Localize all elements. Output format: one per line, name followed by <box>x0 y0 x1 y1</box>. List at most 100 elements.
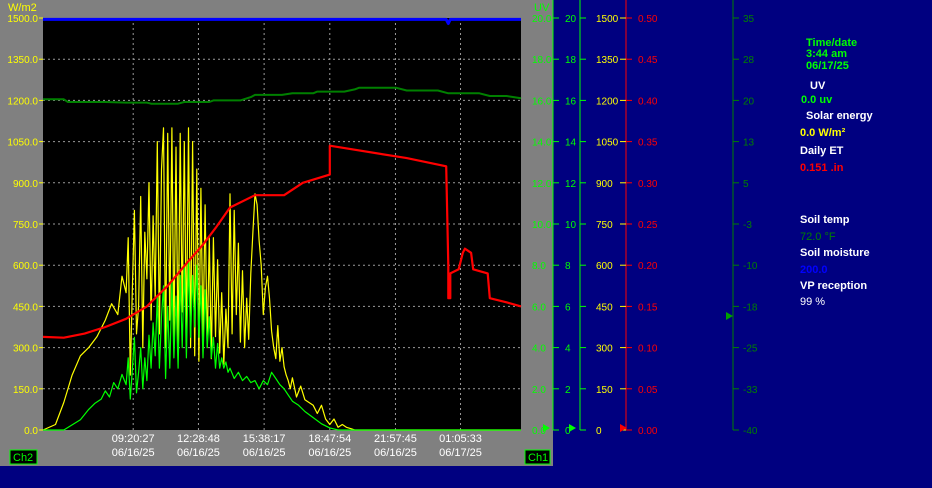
y-tick-label-solar: 450.0 <box>13 302 38 313</box>
y-tick-label-et: 0.30 <box>638 179 658 190</box>
y-tick-label-et: 0.05 <box>638 385 658 396</box>
soil-temp-marker-icon <box>726 312 733 320</box>
y-tick-label-et: 0.40 <box>638 96 658 107</box>
y-tick-label-solar: 150.0 <box>13 385 38 396</box>
y-tick-label-uv_int: 14 <box>565 138 577 149</box>
y-tick-label-et: 0.10 <box>638 344 658 355</box>
y-tick-label-solar: 750.0 <box>13 220 38 231</box>
y-tick-label-uv: 8.0 <box>532 261 546 272</box>
y-tick-label-et: 0.20 <box>638 261 658 272</box>
y-tick-label-uv_int: 16 <box>565 96 577 107</box>
uv-value: 0.0 uv <box>801 94 833 106</box>
solar-value: 0.0 W/m² <box>800 127 846 139</box>
y-tick-label-uv_int: 12 <box>565 179 577 190</box>
y-tick-label-solar_int: 750 <box>596 220 613 231</box>
y-tick-label-solar: 900.0 <box>13 179 38 190</box>
y-tick-label-uv_int: 8 <box>565 261 571 272</box>
y-tick-label-soil_temp: 28 <box>743 55 755 66</box>
vp-label: VP reception <box>800 280 868 292</box>
x-tick-time: 18:47:54 <box>308 433 351 445</box>
zero-marker-icon <box>569 424 576 432</box>
y-tick-label-solar_int: 1050 <box>596 138 619 149</box>
y-tick-label-soil_temp: -40 <box>743 426 758 437</box>
y-tick-label-solar: 1050.0 <box>7 138 38 149</box>
y-tick-label-soil_temp: 35 <box>743 14 755 25</box>
y-tick-label-uv: 20.0 <box>532 14 552 25</box>
y-tick-label-soil_temp: -18 <box>743 302 758 313</box>
x-tick-time: 15:38:17 <box>243 433 286 445</box>
y-tick-label-solar_int: 1500 <box>596 14 619 25</box>
y-tick-label-uv_int: 20 <box>565 14 577 25</box>
y-tick-label-et: 0.45 <box>638 55 658 66</box>
vp-value: 99 % <box>800 296 826 308</box>
bottom-band <box>0 466 932 488</box>
y-tick-label-solar_int: 300 <box>596 344 613 355</box>
y-tick-label-et: 0.25 <box>638 220 658 231</box>
y-tick-label-solar: 300.0 <box>13 344 38 355</box>
y-tick-label-soil_temp: -25 <box>743 344 758 355</box>
x-tick-time: 12:28:48 <box>177 433 220 445</box>
y-tick-label-solar: 1200.0 <box>7 96 38 107</box>
soil-moisture-label: Soil moisture <box>800 247 870 259</box>
y-tick-label-uv: 10.0 <box>532 220 552 231</box>
uv-label: UV <box>810 80 826 92</box>
et-value: 0.151 .in <box>800 162 844 174</box>
y-tick-label-solar_int: 600 <box>596 261 613 272</box>
y-tick-label-et: 0.15 <box>638 302 658 313</box>
y-tick-label-uv_int: 2 <box>565 385 571 396</box>
y-tick-label-uv_int: 18 <box>565 55 577 66</box>
y-tick-label-soil_temp: 20 <box>743 96 755 107</box>
y-tick-label-soil_temp: -33 <box>743 385 758 396</box>
y-tick-label-solar_int: 900 <box>596 179 613 190</box>
x-tick-date: 06/16/25 <box>177 447 220 459</box>
weather-chart: 09:20:27 06/16/25 12:28:48 06/16/25 15:38:17… <box>0 0 932 488</box>
x-tick-date: 06/16/25 <box>112 447 155 459</box>
y-tick-label-uv: 18.0 <box>532 55 552 66</box>
y-tick-label-uv_int: 10 <box>565 220 577 231</box>
y-tick-label-solar_int: 1350 <box>596 55 619 66</box>
y-tick-label-solar_int: 0 <box>596 426 602 437</box>
y-tick-label-solar_int: 150 <box>596 385 613 396</box>
y-tick-label-soil_temp: 5 <box>743 179 749 190</box>
y-tick-label-uv: 2.0 <box>532 385 546 396</box>
y-tick-label-uv: 6.0 <box>532 302 546 313</box>
y-tick-label-solar: 0.0 <box>24 426 38 437</box>
ch2-label-box: Ch2 <box>9 449 38 465</box>
y-tick-label-uv: 4.0 <box>532 344 546 355</box>
y-tick-label-solar_int: 1200 <box>596 96 619 107</box>
ch2-label: Ch2 <box>13 452 33 464</box>
y-tick-label-solar: 1350.0 <box>7 55 38 66</box>
y-tick-label-solar: 1500.0 <box>7 14 38 25</box>
y-tick-label-uv_int: 4 <box>565 344 571 355</box>
y-tick-label-soil_temp: 13 <box>743 138 755 149</box>
x-tick-time: 01:05:33 <box>439 433 482 445</box>
y-tick-label-solar_int: 450 <box>596 302 613 313</box>
x-tick-date: 06/16/25 <box>243 447 286 459</box>
et-label: Daily ET <box>800 145 844 157</box>
y-tick-label-uv_int: 6 <box>565 302 571 313</box>
x-tick-date: 06/16/25 <box>308 447 351 459</box>
y-tick-label-uv: 16.0 <box>532 96 552 107</box>
solar-label: Solar energy <box>806 110 873 122</box>
y-tick-label-et: 0.50 <box>638 14 658 25</box>
x-tick-date: 06/17/25 <box>439 447 482 459</box>
x-tick-date: 06/16/25 <box>374 447 417 459</box>
y-tick-label-uv: 12.0 <box>532 179 552 190</box>
ch1-label-box: Ch1 <box>524 449 551 465</box>
ch1-label: Ch1 <box>528 452 548 464</box>
x-tick-time: 09:20:27 <box>112 433 155 445</box>
soil-moisture-value: 200.0 <box>800 264 828 276</box>
y-tick-label-soil_temp: -10 <box>743 261 758 272</box>
y-tick-label-et: 0.35 <box>638 138 658 149</box>
y-tick-label-et: 0.00 <box>638 426 658 437</box>
x-tick-time: 21:57:45 <box>374 433 417 445</box>
left-axis-unit: W/m2 <box>8 2 37 14</box>
y-tick-label-uv: 14.0 <box>532 138 552 149</box>
y-tick-label-solar: 600.0 <box>13 261 38 272</box>
soil-temp-label: Soil temp <box>800 214 850 226</box>
date-value: 06/17/25 <box>806 60 849 72</box>
soil-temp-value: 72.0 °F <box>800 231 836 243</box>
y-tick-label-soil_temp: -3 <box>743 220 752 231</box>
right-axis-unit: UV <box>534 2 550 14</box>
time-value: 3:44 am <box>806 48 847 60</box>
